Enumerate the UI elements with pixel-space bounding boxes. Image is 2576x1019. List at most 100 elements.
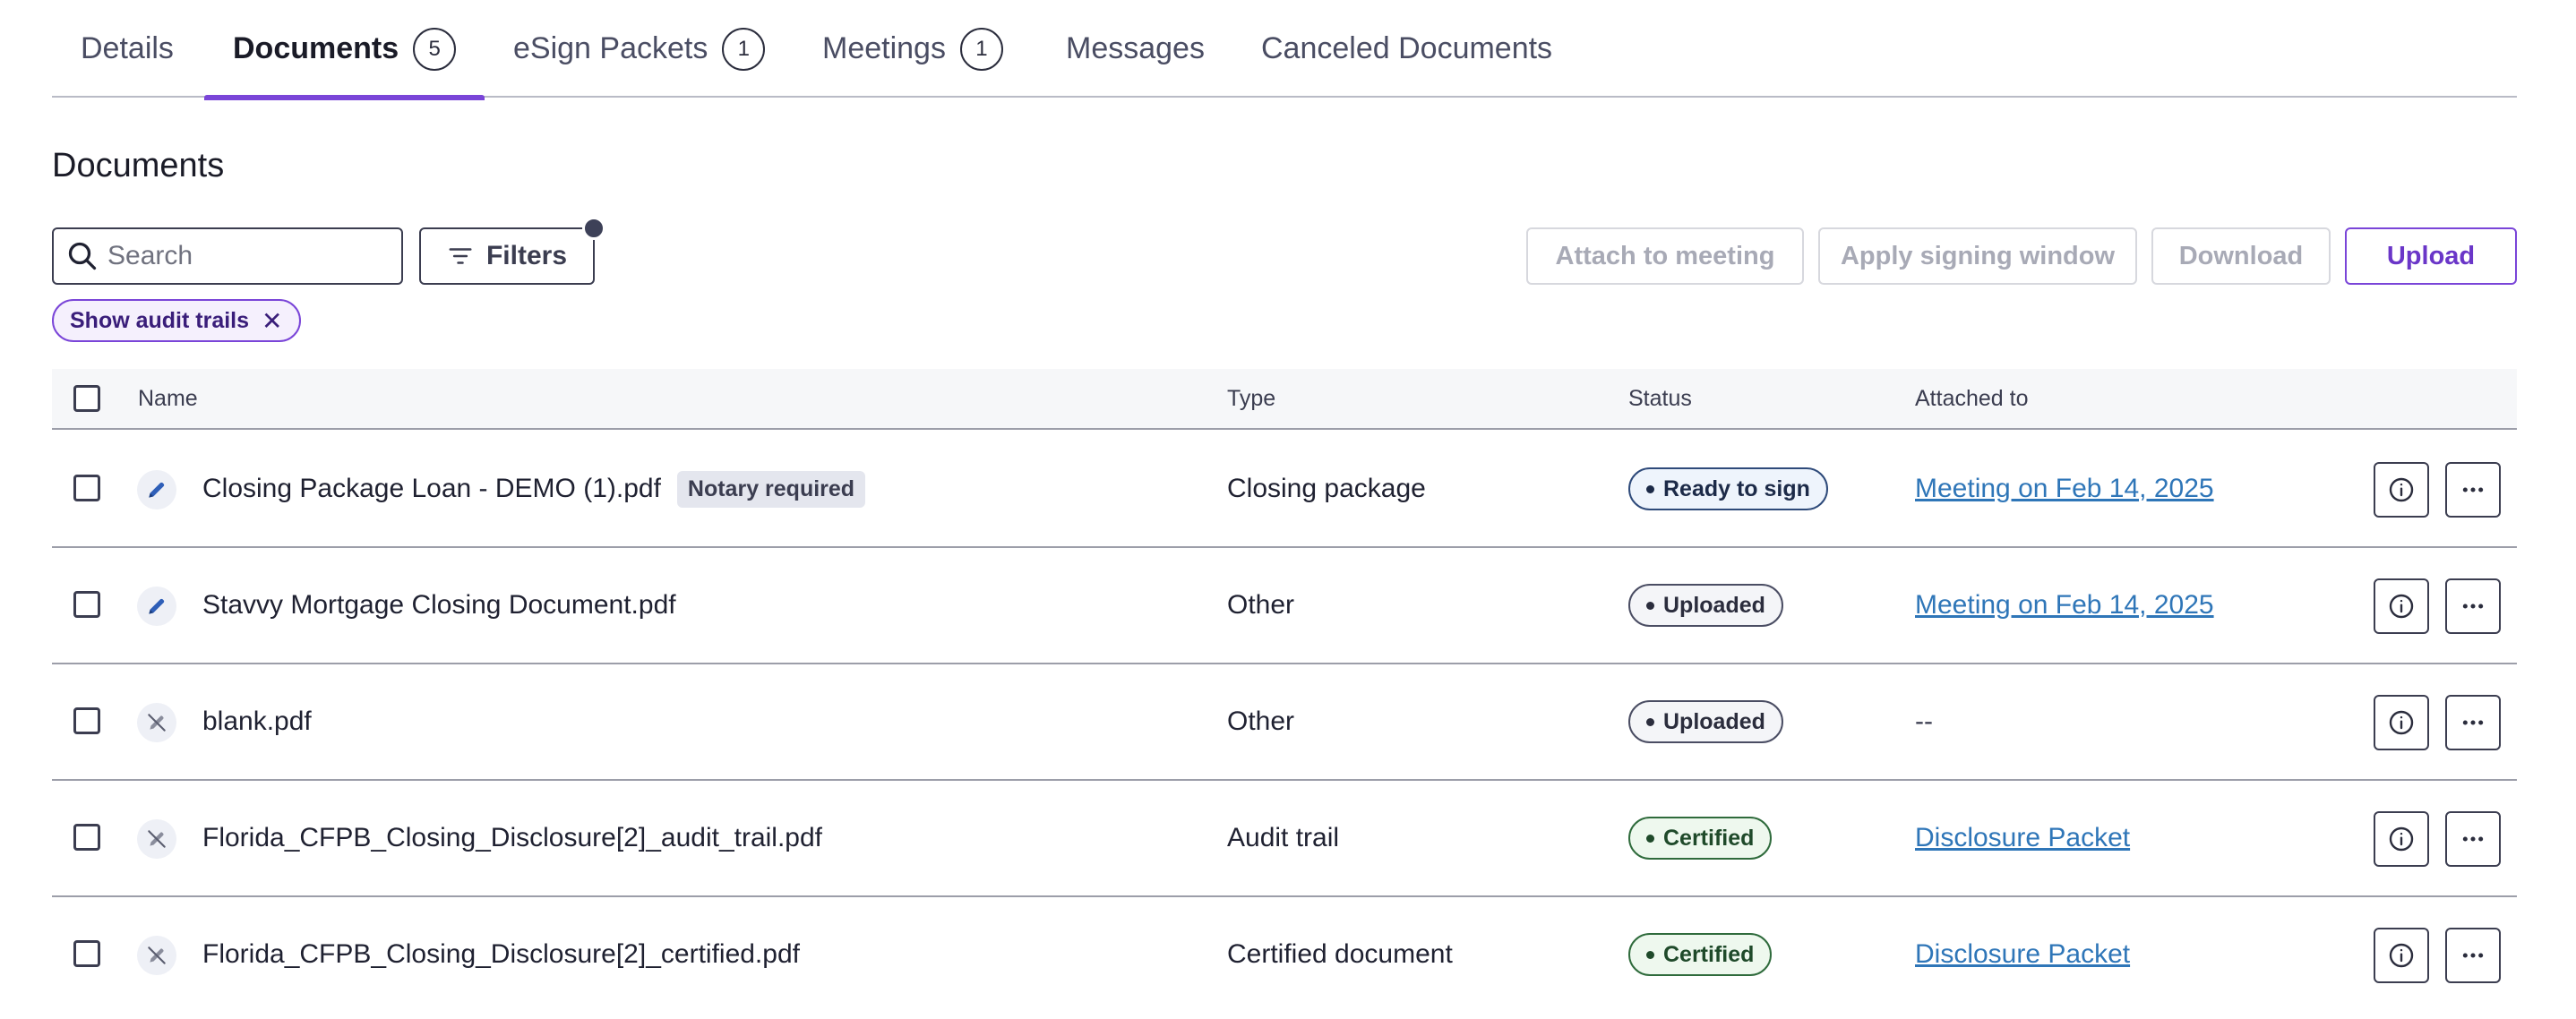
tab-count-badge: 1 <box>722 27 766 71</box>
notary-required-badge: Notary required <box>676 470 866 508</box>
select-all-checkbox[interactable] <box>73 385 100 412</box>
attached-to-link[interactable]: Meeting on Feb 14, 2025 <box>1915 474 2214 504</box>
ellipsis-icon <box>2462 953 2484 958</box>
tab-label: Messages <box>1066 31 1205 65</box>
document-name[interactable]: Stavvy Mortgage Closing Document.pdf <box>202 590 676 621</box>
tab-documents[interactable]: Documents 5 <box>204 0 485 100</box>
filter-active-indicator <box>582 217 605 240</box>
more-actions-button[interactable] <box>2445 811 2501 867</box>
tab-count-badge: 5 <box>413 27 457 71</box>
document-type: Other <box>1227 706 1295 736</box>
status-dot <box>1646 484 1654 493</box>
status-badge: Certified <box>1628 817 1773 860</box>
search-box[interactable] <box>52 227 403 285</box>
search-input[interactable] <box>107 241 394 271</box>
row-checkbox[interactable] <box>73 824 100 851</box>
ellipsis-icon <box>2462 487 2484 492</box>
show-audit-trails-chip[interactable]: Show audit trails ✕ <box>52 299 301 342</box>
document-name-cell: Closing Package Loan - DEMO (1).pdf Notar… <box>202 432 866 546</box>
filter-icon <box>449 248 472 264</box>
attached-to-cell: Disclosure Packet <box>1915 897 2130 1012</box>
tab-details[interactable]: Details <box>81 0 174 98</box>
more-actions-button[interactable] <box>2445 578 2501 634</box>
tab-label: Canceled Documents <box>1261 31 1553 65</box>
attach-to-meeting-button[interactable]: Attach to meeting <box>1526 227 1804 285</box>
info-button[interactable] <box>2374 578 2429 634</box>
info-button[interactable] <box>2374 811 2429 867</box>
document-name-cell: blank.pdf <box>202 664 312 779</box>
tab-label: Documents <box>233 31 399 65</box>
document-name[interactable]: Florida_CFPB_Closing_Disclosure[2]_certi… <box>202 939 800 970</box>
status-label: Certified <box>1663 825 1755 851</box>
attached-to-link[interactable]: Disclosure Packet <box>1915 823 2130 853</box>
tab-canceled-documents[interactable]: Canceled Documents <box>1261 0 1552 98</box>
filters-label: Filters <box>485 241 568 270</box>
pencil-off-icon <box>137 819 176 859</box>
status-badge: Uploaded <box>1628 584 1783 627</box>
status-cell: Uploaded <box>1628 548 1783 663</box>
status-cell: Certified <box>1628 781 1773 895</box>
tab-messages[interactable]: Messages <box>1066 0 1205 98</box>
column-header-attached-to[interactable]: Attached to <box>1915 369 2028 428</box>
document-name[interactable]: blank.pdf <box>202 706 312 737</box>
attached-to-link[interactable]: Disclosure Packet <box>1915 939 2130 970</box>
document-name[interactable]: Florida_CFPB_Closing_Disclosure[2]_audit… <box>202 823 822 853</box>
more-actions-button[interactable] <box>2445 462 2501 518</box>
more-actions-button[interactable] <box>2445 695 2501 750</box>
document-type: Other <box>1227 590 1295 620</box>
status-dot <box>1646 601 1654 610</box>
table-row[interactable]: Stavvy Mortgage Closing Document.pdf Oth… <box>52 548 2517 664</box>
document-name-cell: Florida_CFPB_Closing_Disclosure[2]_audit… <box>202 781 822 895</box>
document-name-cell: Stavvy Mortgage Closing Document.pdf <box>202 548 676 663</box>
table-row[interactable]: Florida_CFPB_Closing_Disclosure[2]_certi… <box>52 897 2517 1014</box>
pencil-icon <box>137 470 176 510</box>
tab-meetings[interactable]: Meetings 1 <box>822 0 1003 98</box>
row-checkbox[interactable] <box>73 707 100 734</box>
status-label: Uploaded <box>1663 592 1765 618</box>
row-checkbox[interactable] <box>73 940 100 967</box>
tab-label: eSign Packets <box>513 31 708 65</box>
column-header-name[interactable]: Name <box>138 369 198 428</box>
info-button[interactable] <box>2374 462 2429 518</box>
info-icon <box>2389 477 2414 502</box>
column-header-type[interactable]: Type <box>1227 369 1275 428</box>
row-checkbox[interactable] <box>73 475 100 501</box>
table-row[interactable]: blank.pdf Other Uploaded -- <box>52 664 2517 781</box>
info-button[interactable] <box>2374 695 2429 750</box>
document-type: Audit trail <box>1227 823 1340 852</box>
document-type: Closing package <box>1227 474 1426 503</box>
close-icon[interactable]: ✕ <box>262 306 282 336</box>
filters-button[interactable]: Filters <box>419 217 605 285</box>
row-checkbox[interactable] <box>73 591 100 618</box>
status-cell: Ready to sign <box>1628 432 1828 546</box>
table-row[interactable]: Closing Package Loan - DEMO (1).pdf Notar… <box>52 432 2517 548</box>
search-icon <box>68 242 97 270</box>
pencil-icon <box>137 587 176 626</box>
status-dot <box>1646 834 1654 843</box>
apply-signing-window-button[interactable]: Apply signing window <box>1818 227 2137 285</box>
tab-esign-packets[interactable]: eSign Packets 1 <box>513 0 766 98</box>
section-title: Documents <box>52 147 225 184</box>
upload-button[interactable]: Upload <box>2345 227 2517 285</box>
more-actions-button[interactable] <box>2445 928 2501 983</box>
table-header: Name Type Status Attached to <box>52 369 2517 430</box>
attached-to-link[interactable]: Meeting on Feb 14, 2025 <box>1915 590 2214 621</box>
status-badge: Certified <box>1628 933 1773 976</box>
status-badge: Ready to sign <box>1628 467 1828 510</box>
status-dot <box>1646 717 1654 726</box>
tab-label: Meetings <box>822 31 946 65</box>
document-name[interactable]: Closing Package Loan - DEMO (1).pdf <box>202 474 661 504</box>
info-button[interactable] <box>2374 928 2429 983</box>
column-header-status[interactable]: Status <box>1628 369 1692 428</box>
table-row[interactable]: Florida_CFPB_Closing_Disclosure[2]_audit… <box>52 781 2517 897</box>
info-icon <box>2389 826 2414 852</box>
document-name-cell: Florida_CFPB_Closing_Disclosure[2]_certi… <box>202 897 800 1012</box>
ellipsis-icon <box>2462 720 2484 725</box>
attached-to-empty: -- <box>1915 706 1933 736</box>
attached-to-cell: Meeting on Feb 14, 2025 <box>1915 548 2214 663</box>
document-type: Certified document <box>1227 939 1453 969</box>
chip-label: Show audit trails <box>70 307 250 333</box>
download-button[interactable]: Download <box>2151 227 2331 285</box>
status-label: Uploaded <box>1663 708 1765 734</box>
pencil-off-icon <box>137 703 176 742</box>
